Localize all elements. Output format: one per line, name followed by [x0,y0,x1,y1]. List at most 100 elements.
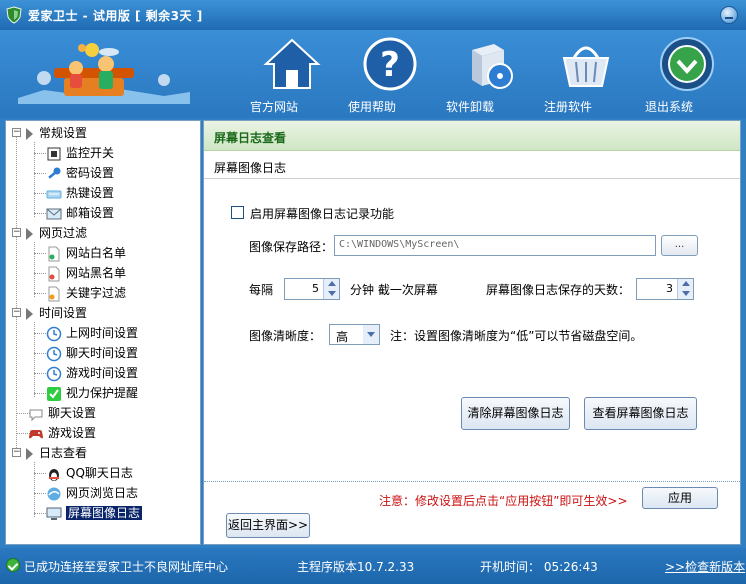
panel-title: 屏幕日志查看 [214,131,287,145]
tree-group-general[interactable]: 常规设置 [24,124,87,142]
qq-penguin-icon [49,468,59,481]
tree-item-label: 聊天时间设置 [66,346,139,360]
tree-item-label: 上网时间设置 [66,326,139,340]
tree-group-label: 网页过滤 [39,226,88,240]
nav-official-site-label: 官方网站 [250,100,299,114]
view-screen-log-button[interactable]: 查看屏幕图像日志 [584,397,697,430]
stepper-arrows-icon[interactable] [677,279,693,299]
chevron-down-icon[interactable] [363,325,379,344]
tree-item-keyword-filter[interactable]: 关键字过滤 [46,284,126,302]
arrow-icon [26,447,33,460]
check-update-link[interactable]: >>检查新版本 [665,558,745,575]
chat-icon [29,409,43,421]
divider [204,481,740,482]
tree-item-eye-protection[interactable]: 视力保护提醒 [46,384,138,402]
tree-item-online-time[interactable]: 上网时间设置 [46,324,138,342]
tree-group-chat[interactable]: 聊天设置 [28,404,96,422]
days-stepper[interactable]: 3 [636,278,694,300]
page-key-icon [48,286,60,301]
connection-status: 已成功连接至爱家卫士不良网址库中心 [24,560,229,574]
connected-check-icon [6,558,20,572]
enable-screen-log-checkbox[interactable] [231,206,244,219]
tree-collapse-toggle[interactable]: − [12,128,21,137]
switch-icon [47,147,61,160]
tree-item-web-log[interactable]: 网页浏览日志 [46,484,138,502]
stepper-arrows-icon[interactable] [323,279,339,299]
interval-value: 5 [312,282,319,295]
checkmark-icon [47,386,61,401]
days-label: 屏幕图像日志保存的天数： [486,283,631,297]
nav-register-label: 注册软件 [544,100,593,114]
tree-item-qq-log[interactable]: QQ聊天日志 [46,464,133,482]
clarity-note: 注：设置图像清晰度为“低”可以节省磁盘空间。 [390,329,643,343]
divider [204,178,740,179]
boot-time-text: 开机时间： 05:26:43 [480,560,598,574]
interval-suffix-label: 分钟 截一次屏幕 [350,283,438,297]
window-title: 爱家卫士 - 试用版 [ 剩余3天 ] [28,9,203,23]
clear-screen-log-button[interactable]: 清除屏幕图像日志 [461,397,570,430]
tree-item-mailbox[interactable]: 邮箱设置 [46,204,114,222]
tree-connector [16,137,17,456]
monitor-icon [46,507,62,520]
tree-item-label: QQ聊天日志 [66,466,133,480]
tree-group-web-filter[interactable]: 网页过滤 [24,224,87,242]
save-path-input[interactable]: C:\WINDOWS\MyScreen\ [334,235,656,256]
tree-item-label: 热键设置 [66,186,115,200]
tree-item-label: 网站白名单 [66,246,127,260]
nav-exit-label: 退出系统 [645,100,694,114]
basket-icon [562,46,610,87]
keyboard-icon [46,190,62,198]
home-icon [263,38,321,89]
exit-icon [660,37,714,91]
page-green-icon [48,246,60,261]
tree-item-game-time[interactable]: 游戏时间设置 [46,364,138,382]
arrow-icon [26,127,33,140]
section-title: 屏幕图像日志 [214,161,287,175]
apply-note: 注意：修改设置后点击“应用按钮”即可生效>> [379,494,628,508]
tree-collapse-toggle[interactable]: − [12,448,21,457]
tree-group-game[interactable]: 游戏设置 [28,424,96,442]
tree-collapse-toggle[interactable]: − [12,228,21,237]
nav-uninstall[interactable]: 软件卸载 [446,34,530,118]
apply-button[interactable]: 应用 [642,487,718,509]
tree-group-label: 常规设置 [39,126,88,140]
tree-connector [34,242,35,297]
gamepad-icon [29,429,43,438]
shield-icon [6,6,22,24]
tree-item-hotkey[interactable]: 热键设置 [46,184,114,202]
tree-item-monitor-switch[interactable]: 监控开关 [46,144,114,162]
nav-official-site[interactable]: 官方网站 [250,34,334,118]
back-to-main-button[interactable]: 返回主界面>> [226,513,310,538]
clarity-select[interactable]: 高 [329,324,380,345]
nav-register[interactable]: 注册软件 [544,34,628,118]
panel-header: 屏幕日志查看 [204,121,740,151]
interval-prefix-label: 每隔 [249,283,274,297]
tree-item-label: 邮箱设置 [66,206,115,220]
tree-group-logs[interactable]: 日志查看 [24,444,87,462]
clarity-label: 图像清晰度： [249,329,322,343]
clock-icon [46,326,62,341]
tree-item-blacklist[interactable]: 网站黑名单 [46,264,126,282]
browse-button[interactable]: ... [661,235,698,256]
tree-group-label: 日志查看 [39,446,88,460]
tree-group-time[interactable]: 时间设置 [24,304,87,322]
title-bar: 爱家卫士 - 试用版 [ 剩余3天 ] [0,0,746,30]
tree-item-label: 视力保护提醒 [66,386,139,400]
status-bar: 已成功连接至爱家卫士不良网址库中心 主程序版本10.7.2.33 开机时间： 0… [0,548,746,584]
tree-item-chat-time[interactable]: 聊天时间设置 [46,344,138,362]
tree-item-screen-log[interactable]: 屏幕图像日志 [46,504,143,522]
tree-collapse-toggle[interactable]: − [12,308,21,317]
svg-text:?: ? [380,45,400,85]
clock-icon [46,346,62,361]
minimize-icon[interactable] [720,6,738,24]
tree-connector [34,462,35,517]
nav-help[interactable]: ? 使用帮助 [348,34,432,118]
nav-exit[interactable]: 退出系统 [645,34,729,118]
interval-stepper[interactable]: 5 [284,278,340,300]
uninstall-icon [472,44,513,89]
page-red-icon [48,266,60,281]
nav-uninstall-label: 软件卸载 [446,100,495,114]
tree-item-whitelist[interactable]: 网站白名单 [46,244,126,262]
tree-item-password[interactable]: 密码设置 [46,164,114,182]
arrow-icon [26,307,33,320]
